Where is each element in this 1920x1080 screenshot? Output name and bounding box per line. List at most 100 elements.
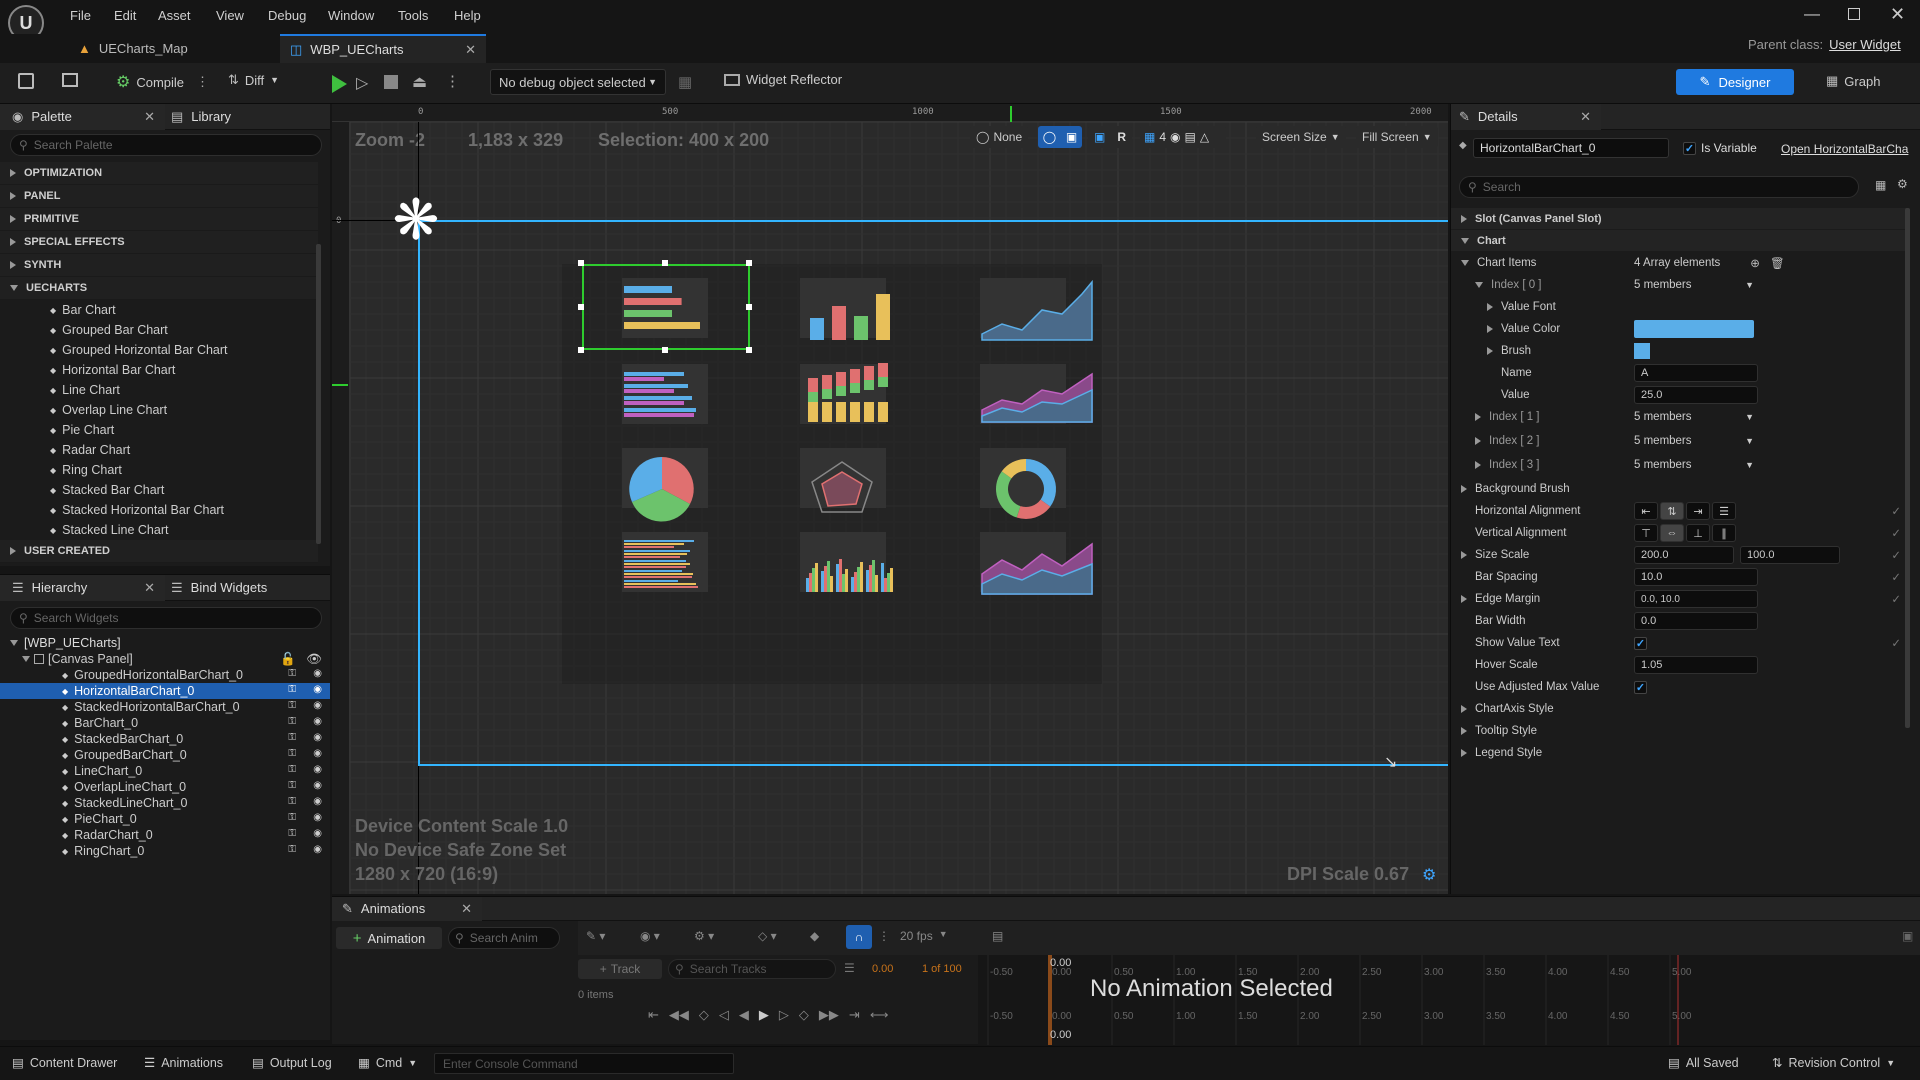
- menu-edit[interactable]: Edit: [114, 8, 136, 23]
- align-vfill-icon[interactable]: ∥: [1712, 524, 1736, 542]
- show-value-checkbox[interactable]: ✓: [1634, 636, 1647, 650]
- eye-icon[interactable]: ◉: [313, 780, 322, 791]
- category-uecharts[interactable]: UECHARTS: [0, 277, 318, 300]
- eye-icon[interactable]: ◉: [313, 700, 322, 711]
- expand-icon[interactable]: [1461, 705, 1467, 713]
- prev-frame-icon[interactable]: ◀◀: [669, 1007, 689, 1023]
- selection-handle[interactable]: [746, 347, 752, 353]
- compile-options-icon[interactable]: ⋮: [196, 74, 209, 90]
- palette-search-input[interactable]: ⚲ Search Palette: [10, 134, 322, 156]
- diamond-icon[interactable]: ◇ ▾: [758, 929, 777, 943]
- palette-scrollbar[interactable]: [316, 244, 321, 544]
- fps-dropdown[interactable]: 20 fps ▼: [900, 929, 948, 943]
- eye-icon[interactable]: ◉: [313, 684, 322, 695]
- dpi-settings-icon[interactable]: ⚙: [1422, 865, 1436, 885]
- category-synth[interactable]: SYNTH: [0, 254, 318, 277]
- add-element-icon[interactable]: ⊕: [1750, 256, 1760, 270]
- lock-icon[interactable]: ⚿: [288, 684, 296, 695]
- menu-tools[interactable]: Tools: [398, 8, 428, 23]
- expand-icon[interactable]: [1487, 347, 1493, 355]
- menu-file[interactable]: File: [70, 8, 91, 23]
- eye-icon[interactable]: ◉: [313, 668, 322, 679]
- tab-wbp-uecharts[interactable]: ◫ WBP_UECharts ✕: [280, 34, 486, 63]
- selection-handle[interactable]: [578, 304, 584, 310]
- current-time[interactable]: 0.00: [872, 963, 893, 975]
- hierarchy-item[interactable]: ◆ RadarChart_0 ⚿ ◉: [0, 827, 330, 843]
- step-back-icon[interactable]: ◁: [719, 1007, 729, 1023]
- eye-icon[interactable]: ◉: [313, 796, 322, 807]
- expand-icon[interactable]: [1487, 325, 1493, 333]
- tab-bind-widgets[interactable]: ☰ Bind Widgets: [165, 580, 267, 596]
- tab-uecharts-map[interactable]: ▲ UECharts_Map: [68, 34, 278, 63]
- palette-item[interactable]: ◆ Overlap Line Chart: [0, 400, 318, 420]
- designer-button[interactable]: ✎ Designer: [1676, 69, 1794, 95]
- chevron-down-icon[interactable]: ▼: [1745, 280, 1754, 290]
- align-top-icon[interactable]: ⊤: [1634, 524, 1658, 542]
- details-scrollbar[interactable]: [1905, 208, 1910, 728]
- pin-icon[interactable]: ✓: [1891, 526, 1901, 540]
- hierarchy-item[interactable]: ◆ StackedLineChart_0 ⚿ ◉: [0, 795, 330, 811]
- align-bottom-icon[interactable]: ⊥: [1686, 524, 1710, 542]
- lock-icon[interactable]: ▣: [1902, 929, 1913, 943]
- hierarchy-item[interactable]: ◆ StackedHorizontalBarChart_0 ⚿ ◉: [0, 699, 330, 715]
- lock-icon[interactable]: ⚿: [288, 764, 296, 775]
- pin-icon[interactable]: ✓: [1891, 636, 1901, 650]
- play-options-icon[interactable]: ⋮: [445, 72, 460, 90]
- align-right-icon[interactable]: ⇥: [1686, 502, 1710, 520]
- hierarchy-item[interactable]: ◆ GroupedHorizontalBarChart_0 ⚿ ◉: [0, 667, 330, 683]
- play-reverse-icon[interactable]: ◀: [739, 1007, 749, 1023]
- collapse-icon[interactable]: [1475, 282, 1483, 288]
- graph-button[interactable]: ▦ Graph: [1826, 73, 1880, 89]
- lock-icon[interactable]: ⚿: [288, 828, 296, 839]
- chevron-down-icon[interactable]: ▼: [1745, 460, 1754, 470]
- bar-spacing-input[interactable]: 10.0: [1634, 568, 1758, 586]
- eye-icon[interactable]: ◉: [313, 748, 322, 759]
- section-slot[interactable]: Slot (Canvas Panel Slot): [1451, 208, 1907, 230]
- tab-library[interactable]: ▤ Library: [165, 109, 231, 125]
- gear-icon[interactable]: ⚙ ▾: [694, 929, 714, 943]
- filter-icon[interactable]: ☰: [844, 961, 855, 975]
- selection-handle[interactable]: [662, 260, 668, 266]
- curve-editor-icon[interactable]: ▤: [992, 929, 1003, 943]
- close-window-icon[interactable]: ✕: [1890, 4, 1905, 25]
- go-end-icon[interactable]: ⇥: [849, 1007, 860, 1023]
- tab-hierarchy[interactable]: ☰ Hierarchy ✕: [0, 574, 165, 601]
- add-track-button[interactable]: + Track: [578, 959, 662, 979]
- lock-icon[interactable]: ⚿: [288, 844, 296, 855]
- expand-icon[interactable]: [1475, 413, 1481, 421]
- selection-box[interactable]: [582, 264, 750, 350]
- expand-icon[interactable]: [1461, 595, 1467, 603]
- eye-icon[interactable]: ◉: [313, 764, 322, 775]
- widget-reflector-button[interactable]: Widget Reflector: [724, 72, 842, 87]
- palette-item[interactable]: ◆ Line Chart: [0, 380, 318, 400]
- close-tab-icon[interactable]: ✕: [144, 580, 155, 596]
- selection-handle[interactable]: [578, 260, 584, 266]
- step-forward-icon[interactable]: ▷: [779, 1007, 789, 1023]
- designer-viewport[interactable]: 0 500 1000 1500 2000 0 Zoom -2 1,183 x 3…: [332, 104, 1448, 894]
- settings-gear-icon[interactable]: ⚙: [1897, 177, 1908, 191]
- hierarchy-item[interactable]: ◆ PieChart_0 ⚿ ◉: [0, 811, 330, 827]
- palette-item[interactable]: ◆ Horizontal Bar Chart: [0, 360, 318, 380]
- animation-search-input[interactable]: ⚲ Search Anim: [448, 927, 560, 949]
- content-drawer-button[interactable]: ▤ Content Drawer: [12, 1055, 117, 1071]
- expand-icon[interactable]: [1475, 437, 1481, 445]
- close-tab-icon[interactable]: ✕: [144, 109, 155, 125]
- next-key-icon[interactable]: ◇: [799, 1007, 809, 1023]
- loop-icon[interactable]: ⟷: [870, 1007, 889, 1023]
- align-center-icon[interactable]: ⇅: [1660, 502, 1684, 520]
- section-chart[interactable]: Chart: [1451, 230, 1907, 252]
- value-input[interactable]: 25.0: [1634, 386, 1758, 404]
- expand-icon[interactable]: [1461, 551, 1467, 559]
- widget-name-input[interactable]: HorizontalBarChart_0: [1473, 138, 1669, 158]
- hover-scale-input[interactable]: 1.05: [1634, 656, 1758, 674]
- tab-animations[interactable]: ✎ Animations ✕: [332, 896, 482, 921]
- console-input[interactable]: Enter Console Command: [434, 1053, 734, 1074]
- eye-icon[interactable]: ◉: [313, 844, 322, 855]
- hierarchy-item[interactable]: ◆ GroupedBarChart_0 ⚿ ◉: [0, 747, 330, 763]
- palette-item[interactable]: ◆ Bar Chart: [0, 300, 318, 320]
- animations-drawer-button[interactable]: ☰ Animations: [144, 1055, 223, 1071]
- table-view-icon[interactable]: ▦: [1875, 178, 1886, 192]
- selection-handle[interactable]: [578, 347, 584, 353]
- hierarchy-item[interactable]: ◆ StackedBarChart_0 ⚿ ◉: [0, 731, 330, 747]
- snap-magnet-icon[interactable]: ∩: [846, 925, 872, 949]
